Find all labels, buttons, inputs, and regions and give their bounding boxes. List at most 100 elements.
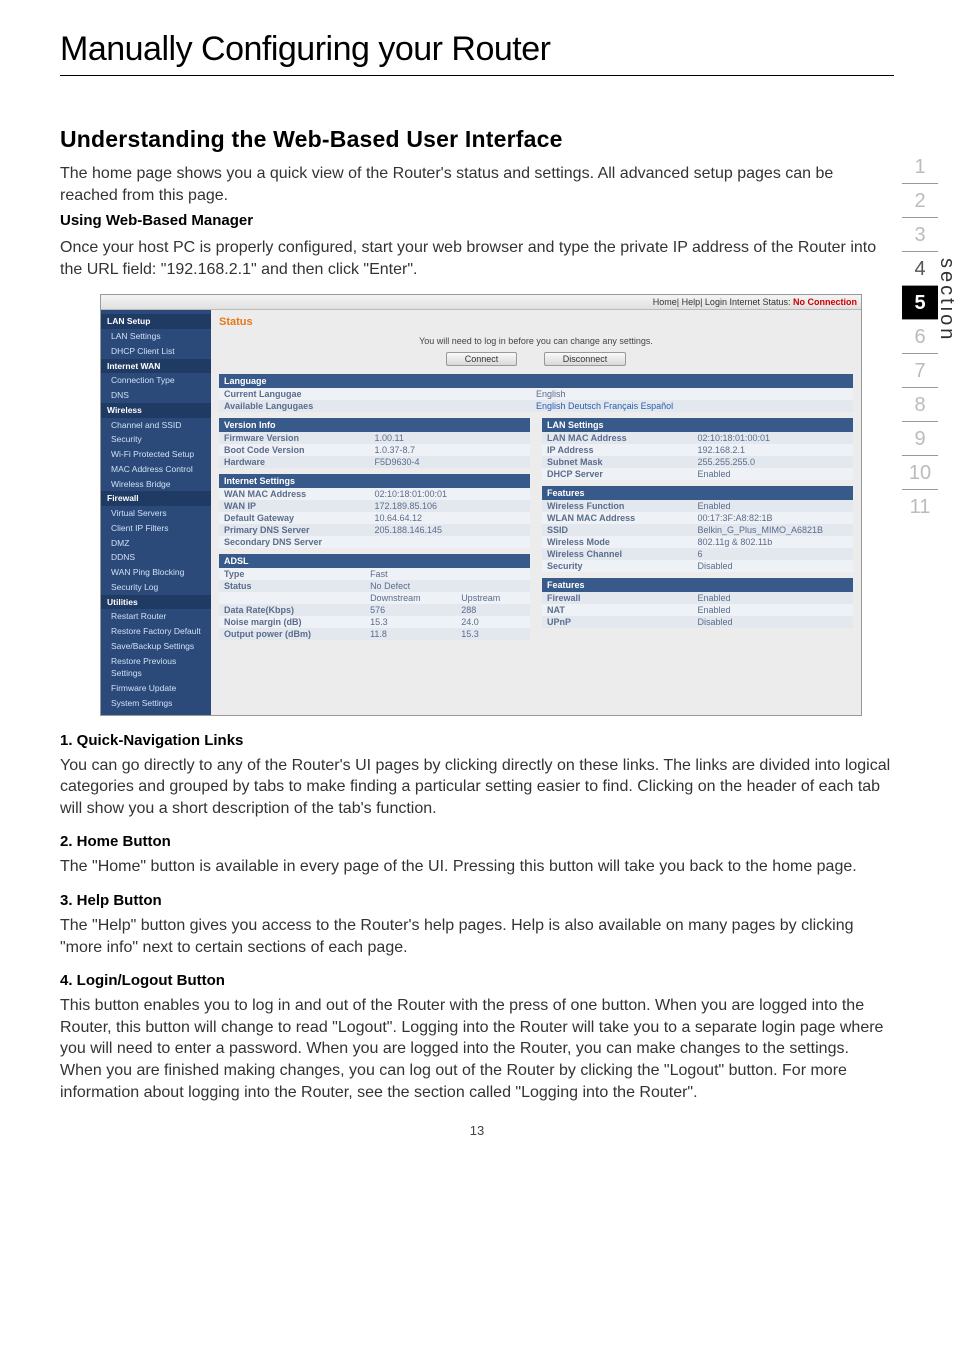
wmode-k: Wireless Mode (547, 537, 698, 547)
sb-dhcp-list[interactable]: DHCP Client List (101, 344, 211, 359)
sb-mac-ctrl[interactable]: MAC Address Control (101, 462, 211, 477)
sb-pingblock[interactable]: WAN Ping Blocking (101, 565, 211, 580)
login-hint: You will need to log in before you can c… (219, 336, 853, 346)
lang-deutsch[interactable]: Deutsch (568, 401, 601, 411)
sb-lan-setup[interactable]: LAN Setup (101, 314, 211, 329)
fw2-v: Enabled (698, 593, 849, 603)
wsec-v: Disabled (698, 561, 849, 571)
sdns-k: Secondary DNS Server (224, 537, 375, 547)
sb-savebackup[interactable]: Save/Backup Settings (101, 639, 211, 654)
sb-ddns[interactable]: DDNS (101, 550, 211, 565)
section-heading: Understanding the Web-Based User Interfa… (60, 126, 894, 153)
sb-factory[interactable]: Restore Factory Default (101, 624, 211, 639)
sb-conn-type[interactable]: Connection Type (101, 373, 211, 388)
nav-1[interactable]: 1 (902, 150, 938, 184)
fw-v: 1.00.11 (375, 433, 526, 443)
router-screenshot: Home| Help| Login Internet Status: No Co… (100, 294, 862, 715)
sb-cfilters[interactable]: Client IP Filters (101, 521, 211, 536)
ip-v: 192.168.2.1 (698, 445, 849, 455)
sb-restoreprev[interactable]: Restore Previous Settings (101, 654, 211, 682)
router-main: Status You will need to log in before yo… (211, 310, 861, 714)
lang-francais[interactable]: Français (604, 401, 639, 411)
sb-seclog[interactable]: Security Log (101, 580, 211, 595)
nav-4[interactable]: 4 (902, 252, 938, 286)
hw-v: F5D9630-4 (375, 457, 526, 467)
wlanmac-v: 00:17:3F:A8:82:1B (698, 513, 849, 523)
disconnect-button[interactable]: Disconnect (544, 352, 627, 366)
nav-5[interactable]: 5 (902, 286, 938, 320)
out-d: 11.8 (365, 628, 456, 640)
sb-fwupdate[interactable]: Firmware Update (101, 681, 211, 696)
using-heading: Using Web-Based Manager (60, 212, 894, 229)
upnp-v: Disabled (698, 617, 849, 627)
nav-11[interactable]: 11 (902, 490, 938, 523)
nav-6[interactable]: 6 (902, 320, 938, 354)
rate-d: 576 (365, 604, 456, 616)
wfunc-v: Enabled (698, 501, 849, 511)
nav-9[interactable]: 9 (902, 422, 938, 456)
nav-8[interactable]: 8 (902, 388, 938, 422)
nat-k: NAT (547, 605, 698, 615)
page-number: 13 (60, 1123, 894, 1138)
nat-v: Enabled (698, 605, 849, 615)
sb-dmz[interactable]: DMZ (101, 536, 211, 551)
nav-10[interactable]: 10 (902, 456, 938, 490)
using-text: Once your host PC is properly configured… (60, 237, 894, 280)
item1-text: You can go directly to any of the Router… (60, 755, 894, 820)
item3-heading: 3. Help Button (60, 892, 894, 909)
sb-chan-ssid[interactable]: Channel and SSID (101, 418, 211, 433)
router-topbar: Home| Help| Login Internet Status: No Co… (101, 295, 861, 310)
nav-3[interactable]: 3 (902, 218, 938, 252)
intro-text: The home page shows you a quick view of … (60, 163, 894, 206)
boot-k: Boot Code Version (224, 445, 375, 455)
topbar-links[interactable]: Home| Help| Login Internet Status: (653, 297, 791, 307)
item4-heading: 4. Login/Logout Button (60, 972, 894, 989)
cur-lang-k: Current Langugae (224, 389, 536, 399)
rate-k: Data Rate(Kbps) (219, 604, 365, 616)
wanip-k: WAN IP (224, 501, 375, 511)
lang-english[interactable]: English (536, 401, 566, 411)
subnet-k: Subnet Mask (547, 457, 698, 467)
sb-dns[interactable]: DNS (101, 388, 211, 403)
item1-heading: 1. Quick-Navigation Links (60, 732, 894, 749)
subnet-v: 255.255.255.0 (698, 457, 849, 467)
sb-firewall[interactable]: Firewall (101, 491, 211, 506)
down-h: Downstream (365, 592, 456, 604)
sb-wps[interactable]: Wi-Fi Protected Setup (101, 447, 211, 462)
dhcp-v: Enabled (698, 469, 849, 479)
sdns-v (375, 537, 526, 547)
fw2-k: Firewall (547, 593, 698, 603)
item2-text: The "Home" button is available in every … (60, 856, 894, 878)
status-heading: Status (219, 316, 853, 328)
noise-k: Noise margin (dB) (219, 616, 365, 628)
sb-wbridge[interactable]: Wireless Bridge (101, 477, 211, 492)
upnp-k: UPnP (547, 617, 698, 627)
sb-wireless[interactable]: Wireless (101, 403, 211, 418)
sb-restart[interactable]: Restart Router (101, 609, 211, 624)
wanmac-v: 02:10:18:01:00:01 (375, 489, 526, 499)
out-u: 15.3 (456, 628, 530, 640)
sb-security[interactable]: Security (101, 432, 211, 447)
nav-2[interactable]: 2 (902, 184, 938, 218)
sb-lan-settings[interactable]: LAN Settings (101, 329, 211, 344)
connect-button[interactable]: Connect (446, 352, 518, 366)
sb-utilities[interactable]: Utilities (101, 595, 211, 610)
sb-syssettings[interactable]: System Settings (101, 696, 211, 711)
nav-7[interactable]: 7 (902, 354, 938, 388)
type-v: Fast (365, 568, 530, 580)
ip-k: IP Address (547, 445, 698, 455)
wsec-k: Security (547, 561, 698, 571)
wmode-v: 802.11g & 802.11b (698, 537, 849, 547)
sb-internet-wan[interactable]: Internet WAN (101, 359, 211, 374)
fw-k: Firmware Version (224, 433, 375, 443)
dhcp-k: DHCP Server (547, 469, 698, 479)
pdns-v: 205.188.146.145 (375, 525, 526, 535)
lang-espanol[interactable]: Español (641, 401, 674, 411)
sb-vservers[interactable]: Virtual Servers (101, 506, 211, 521)
adsl-header: ADSL (219, 554, 530, 568)
avail-lang-k: Available Langugaes (224, 401, 536, 411)
hw-k: Hardware (224, 457, 375, 467)
internet-status: No Connection (791, 297, 858, 307)
lanmac-v: 02:10:18:01:00:01 (698, 433, 849, 443)
title-rule (60, 75, 894, 76)
